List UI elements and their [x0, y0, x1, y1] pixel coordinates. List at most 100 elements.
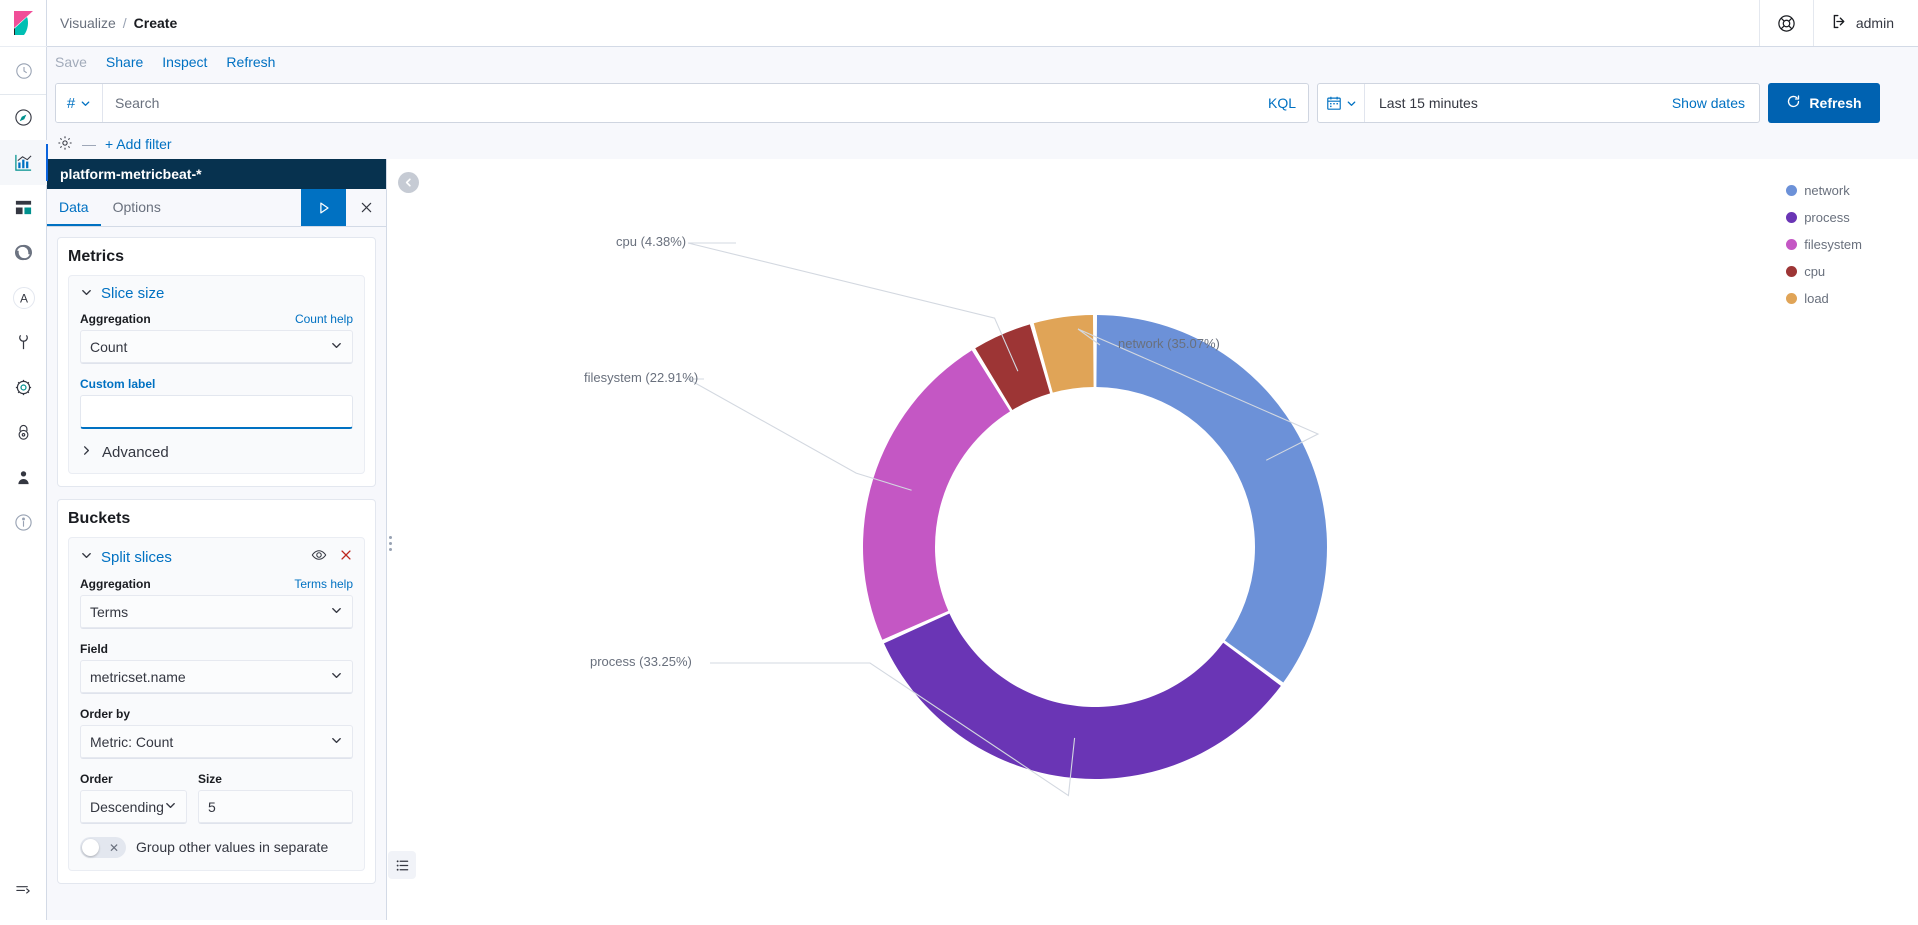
- size-label: Size: [197, 772, 222, 786]
- advanced-label: Advanced: [102, 444, 169, 461]
- sidebar-item-info[interactable]: [0, 500, 47, 545]
- chevron-down-icon: [330, 669, 343, 685]
- share-button[interactable]: Share: [106, 54, 143, 70]
- calendar-icon[interactable]: [1318, 84, 1365, 122]
- count-help-link[interactable]: Count help: [295, 312, 353, 326]
- buckets-order-by-select[interactable]: Metric: Count: [80, 725, 353, 759]
- donut-slices: [863, 315, 1327, 779]
- metrics-aggregation-value: Count: [90, 338, 128, 355]
- metrics-custom-label-row: Custom label: [80, 377, 353, 391]
- editor-scroll-area[interactable]: Metrics Slice size Aggregation Count hel…: [47, 227, 386, 920]
- legend-item-label: load: [1804, 291, 1829, 306]
- sidebar-item-security[interactable]: [0, 410, 47, 455]
- buckets-field-select[interactable]: metricset.name: [80, 660, 353, 694]
- slice-size-agg-group: Slice size Aggregation Count help Count …: [68, 275, 365, 474]
- sidebar-item-dashboard[interactable]: [0, 185, 47, 230]
- donut-slice-filesystem[interactable]: [863, 350, 1011, 640]
- drag-handle-icon[interactable]: [383, 528, 397, 558]
- slice-label-filesystem: filesystem (22.91%): [584, 370, 699, 385]
- donut-chart[interactable]: network (35.07%) process (33.25%) filesyst…: [388, 159, 1918, 920]
- sidebar-item-discover[interactable]: [0, 95, 47, 140]
- query-language-button[interactable]: KQL: [1256, 84, 1308, 122]
- remove-bucket-icon[interactable]: [339, 548, 353, 566]
- search-input[interactable]: [103, 84, 1256, 122]
- chevron-down-icon: [164, 799, 177, 815]
- gear-icon[interactable]: [57, 135, 73, 154]
- donut-slice-network[interactable]: [1096, 315, 1327, 683]
- sidebar-item-recently-viewed[interactable]: [0, 47, 47, 94]
- discard-changes-button[interactable]: [346, 189, 386, 226]
- legend-color-swatch: [1786, 266, 1798, 277]
- buckets-aggregation-select[interactable]: Terms: [80, 595, 353, 629]
- inspect-button[interactable]: Inspect: [162, 54, 207, 70]
- split-slices-agg-group: Split slices Aggregation Terms help Term…: [68, 537, 365, 871]
- legend-item-filesystem[interactable]: filesystem: [1786, 237, 1862, 252]
- sidebar-item-visualize[interactable]: [0, 140, 48, 185]
- metrics-aggregation-row: Aggregation Count help: [80, 312, 353, 326]
- sidebar-item-user[interactable]: [0, 455, 47, 500]
- buckets-order-select[interactable]: Descending: [80, 790, 187, 824]
- leader-line-cpu: [687, 242, 1019, 372]
- buckets-field-row: Field: [80, 642, 353, 656]
- kibana-logo[interactable]: [0, 0, 47, 47]
- help-lifebuoy-icon[interactable]: [1758, 0, 1813, 46]
- chevron-left-circle-icon[interactable]: [398, 172, 419, 193]
- tab-data[interactable]: Data: [47, 189, 101, 226]
- query-prefix-symbol: #: [66, 94, 76, 112]
- sidebar-item-dev-tools[interactable]: [0, 230, 47, 275]
- sidebar-item-management-tools[interactable]: [0, 320, 47, 365]
- sidebar-item-settings[interactable]: [0, 365, 47, 410]
- custom-label-input[interactable]: [80, 395, 353, 429]
- sidebar-item-apm[interactable]: A: [0, 275, 47, 320]
- show-dates-button[interactable]: Show dates: [1658, 84, 1759, 122]
- user-name-label: admin: [1855, 15, 1894, 31]
- breadcrumb-visualize[interactable]: Visualize: [60, 15, 116, 31]
- legend-color-swatch: [1786, 239, 1798, 250]
- index-pattern-title: platform-metricbeat-*: [47, 159, 386, 189]
- apply-changes-button[interactable]: [301, 189, 346, 226]
- order-label-row: Order: [80, 772, 187, 786]
- metrics-aggregation-select[interactable]: Count: [80, 330, 353, 364]
- slice-size-header[interactable]: Slice size: [80, 285, 353, 302]
- legend-item-cpu[interactable]: cpu: [1786, 264, 1862, 279]
- legend-item-label: network: [1804, 183, 1850, 198]
- custom-label-label[interactable]: Custom label: [80, 377, 155, 391]
- header-actions: admin: [1758, 0, 1918, 46]
- split-slices-actions: [311, 547, 353, 567]
- date-range-value[interactable]: Last 15 minutes: [1365, 84, 1658, 122]
- legend-color-swatch: [1786, 185, 1798, 196]
- slice-label-process: process (33.25%): [590, 654, 692, 669]
- legend-item-load[interactable]: load: [1786, 291, 1862, 306]
- slice-label-cpu: cpu (4.38%): [616, 234, 687, 249]
- buckets-order-value: Descending: [90, 798, 164, 815]
- legend-item-process[interactable]: process: [1786, 210, 1862, 225]
- metrics-advanced-toggle[interactable]: Advanced: [80, 444, 353, 461]
- legend-list-icon[interactable]: [388, 851, 416, 879]
- metrics-title: Metrics: [68, 248, 125, 265]
- tab-options[interactable]: Options: [101, 189, 173, 226]
- collapse-nav-icon[interactable]: [0, 869, 47, 910]
- donut-slice-process[interactable]: [883, 613, 1281, 779]
- add-filter-button[interactable]: + Add filter: [105, 136, 172, 152]
- legend-color-swatch: [1786, 212, 1798, 223]
- legend-item-network[interactable]: network: [1786, 183, 1862, 198]
- close-x-icon: ✕: [108, 840, 119, 855]
- save-button[interactable]: Save: [55, 54, 87, 70]
- number-field-icon[interactable]: #: [56, 84, 103, 122]
- drag-dot: [388, 535, 392, 539]
- buckets-size-input[interactable]: [197, 790, 353, 824]
- eye-icon[interactable]: [311, 547, 327, 567]
- buckets-aggregation-label: Aggregation: [80, 577, 151, 591]
- legend-item-label: process: [1804, 210, 1850, 225]
- editor-tabs: Data Options: [47, 189, 386, 227]
- group-other-values-toggle[interactable]: ✕: [80, 837, 126, 858]
- donut-chart-svg: [685, 242, 1327, 797]
- buckets-panel: Buckets Split slices Aggregation Terms h…: [57, 499, 376, 884]
- refresh-query-button[interactable]: Refresh: [1768, 83, 1880, 123]
- legend-item-label: cpu: [1804, 264, 1826, 279]
- terms-help-link[interactable]: Terms help: [294, 577, 353, 591]
- size-column: Size: [197, 772, 353, 824]
- split-slices-header[interactable]: Split slices: [80, 547, 353, 567]
- refresh-button[interactable]: Refresh: [226, 54, 275, 70]
- user-menu-button[interactable]: admin: [1812, 0, 1918, 46]
